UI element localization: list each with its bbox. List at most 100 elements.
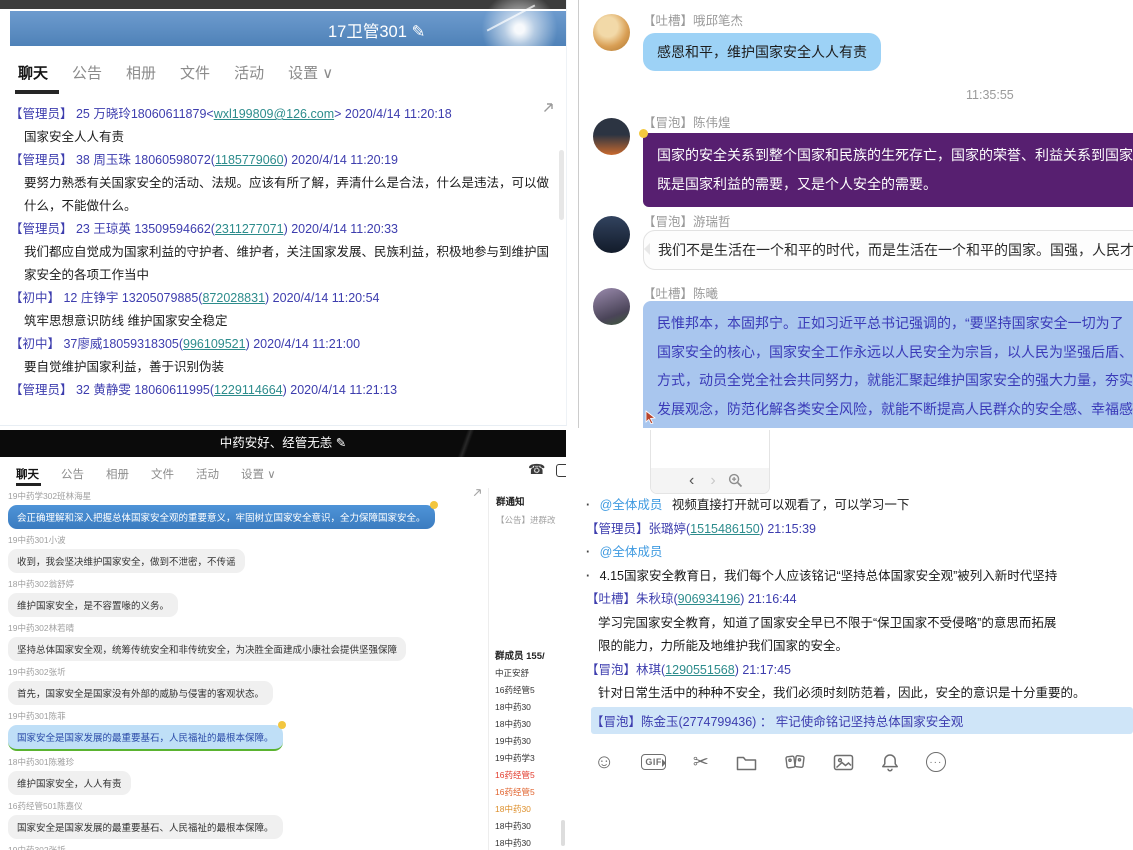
avatar[interactable] <box>593 216 630 253</box>
chat-record-list: · @全体成员 视频直接打开就可以观看了，可以学习一下 【管理员】张璐婷(151… <box>586 494 1132 706</box>
image-icon[interactable] <box>833 754 854 771</box>
qq-number-link[interactable]: 1290551568 <box>665 663 735 677</box>
member-name: 18中药30 <box>495 718 553 730</box>
phone-call-icon[interactable]: ☎ <box>528 461 545 478</box>
message-header: 【冒泡】林琪( <box>586 663 665 677</box>
member-item[interactable]: 18中药30 <box>495 800 553 817</box>
tab-album[interactable]: 相册 <box>106 466 129 482</box>
mouse-cursor <box>645 410 657 424</box>
next-arrow[interactable]: › <box>710 473 715 489</box>
message-bubble[interactable]: 收到，我会坚决维护国家安全，做到不泄密，不传谣 <box>8 549 245 573</box>
member-item[interactable]: 18中药30 <box>495 834 553 850</box>
message-bubble[interactable]: 维护国家安全，是不容置喙的义务。 <box>8 593 178 617</box>
at-mention[interactable]: @全体成员 <box>600 498 663 512</box>
screenshot-scissors-icon[interactable]: ✂ <box>693 753 709 772</box>
qq-number-link[interactable]: 872028831 <box>202 291 265 305</box>
qq-number-link[interactable]: 1515486150 <box>690 522 760 536</box>
qq-number-link[interactable]: 996109521 <box>183 337 246 351</box>
message-bubble[interactable]: 国家的安全关系到整个国家和民族的生死存亡，国家的荣誉、利益关系到国家 既是国家利… <box>643 133 1133 207</box>
chat-record-line: 限的能力，力所能及地维护我们国家的安全。 <box>586 635 1132 659</box>
member-item[interactable]: 19中药学3 <box>495 749 553 766</box>
scrollbar-thumb[interactable] <box>559 150 564 220</box>
tab-announcement[interactable]: 公告 <box>72 62 102 83</box>
emoji-icon[interactable]: ☺ <box>594 752 614 772</box>
sender-name: 【吐槽】哦邱笔杰 <box>643 10 743 29</box>
message-bubble[interactable]: 维护国家安全，人人有责 <box>8 771 131 795</box>
tab-files[interactable]: 文件 <box>180 62 210 83</box>
folder-icon[interactable] <box>736 754 757 771</box>
message-header: ) 21:15:39 <box>760 522 816 536</box>
message-bubble[interactable]: 国家安全是国家发展的最重要基石、人民福祉的最根本保障。 <box>8 815 283 839</box>
message-header: 【管理员】 23 王琼英 13509594662(2311277071) 202… <box>10 218 550 241</box>
bubble-line: 国家安全的核心，国家安全工作永远以人民安全为宗旨，以人民为坚强后盾、 <box>657 338 1133 367</box>
tab-album[interactable]: 相册 <box>126 62 156 83</box>
previous-arrow[interactable]: ‹ <box>689 473 694 489</box>
chat-record-line: · @全体成员 <box>586 541 1132 565</box>
message-bubble[interactable]: 感恩和平，维护国家安全人人有责 <box>643 33 881 71</box>
bullet: · <box>586 498 590 512</box>
tab-chat[interactable]: 聊天 <box>16 466 39 482</box>
message-bubble[interactable]: 国家安全是国家发展的最重要基石，人民福祉的最根本保障。 <box>8 725 283 751</box>
photo-collage-icon[interactable] <box>784 753 806 772</box>
group-tab-bar: 聊天 公告 相册 文件 活动 设置 ∨ <box>18 62 333 83</box>
scrollbar-thumb[interactable] <box>561 820 565 846</box>
bell-icon[interactable] <box>881 753 899 772</box>
message-bubble[interactable]: 我们不是生活在一个和平的时代，而是生活在一个和平的国家。国强，人民才 <box>643 230 1133 270</box>
edit-title-icon[interactable]: ✎ <box>336 436 346 450</box>
member-item[interactable]: 18中药30 <box>495 817 553 834</box>
more-options-icon[interactable]: ··· <box>926 752 946 772</box>
avatar[interactable] <box>593 14 630 51</box>
sender-name: 【吐槽】陈曦 <box>643 283 718 302</box>
tab-chat[interactable]: 聊天 <box>18 62 48 83</box>
active-tab-underline <box>15 90 59 94</box>
qq-number-link[interactable]: 2311277071 <box>215 222 284 236</box>
avatar[interactable] <box>593 118 630 155</box>
gif-icon[interactable]: GIF <box>641 754 666 770</box>
at-mention[interactable]: @全体成员 <box>600 545 663 559</box>
member-item[interactable]: 18中药30 <box>495 715 553 732</box>
sender-name: 19中药301陈菲 <box>8 710 283 722</box>
tab-files[interactable]: 文件 <box>151 466 174 482</box>
qq-number-link[interactable]: 1185779060 <box>215 153 284 167</box>
member-item[interactable]: 16药经管5 <box>495 766 553 783</box>
message-row: 18中药301陈雅珍 维护国家安全，人人有责 <box>8 756 480 795</box>
message-list: 19中药学302班林海星 会正确理解和深入把握总体国家安全观的重要意义，牢固树立… <box>8 490 480 850</box>
tab-settings[interactable]: 设置 ∨ <box>241 466 276 482</box>
group-notice-text[interactable]: 【公告】进群改 <box>496 514 560 526</box>
tab-announcement[interactable]: 公告 <box>61 466 84 482</box>
message-bubble[interactable]: 首先，国家安全是国家没有外部的威胁与侵害的客观状态。 <box>8 681 273 705</box>
chat-record-line: · @全体成员 视频直接打开就可以观看了，可以学习一下 <box>586 494 1132 518</box>
preview-footer: ‹ › <box>651 468 769 493</box>
member-item[interactable]: 18中药30 <box>495 698 553 715</box>
member-name: 中正安舒 <box>495 667 553 679</box>
highlighted-message-bar[interactable]: 【冒泡】陈金玉(2774799436) ： 牢记使命铭记坚持总体国家安全观 <box>591 707 1133 734</box>
qq-group-window-17weiguan: 17卫管301 ✎ 聊天 公告 相册 文件 活动 设置 ∨ 【管理员】 25 万… <box>0 0 567 426</box>
message-bubble[interactable]: 会正确理解和深入把握总体国家安全观的重要意义，牢固树立国家安全意识，全力保障国家… <box>8 505 435 529</box>
qq-number-link[interactable]: 1229114664 <box>214 383 283 397</box>
message-bubble[interactable]: 民惟邦本，本固邦宁。正如习近平总书记强调的，“要坚持国家安全一切为了 国家安全的… <box>643 301 1133 428</box>
member-item[interactable]: 19中药30 <box>495 732 553 749</box>
member-item[interactable]: 16药经管5 <box>495 783 553 800</box>
chat-record-item: 【初中】 37廖威18059318305(996109521) 2020/4/1… <box>10 333 550 379</box>
member-list: 中正安舒 16药经管5 18中药30 18中药30 <box>495 664 553 850</box>
sender-name: 18中药301陈雅珍 <box>8 756 131 768</box>
sender-name: 【冒泡】游瑞哲 <box>643 211 731 230</box>
tab-activity[interactable]: 活动 <box>196 466 219 482</box>
member-item[interactable]: 中正安舒 <box>495 664 553 681</box>
image-preview-card[interactable]: ‹ › <box>650 430 770 494</box>
qq-number-link[interactable]: 906934196 <box>678 592 741 606</box>
avatar[interactable] <box>593 288 630 325</box>
message-bubble[interactable]: 坚持总体国家安全观，统筹传统安全和非传统安全，为决胜全面建成小康社会提供坚强保障 <box>8 637 406 661</box>
tab-activity[interactable]: 活动 <box>234 62 264 83</box>
qq-number-link[interactable]: wxl199809@126.com <box>214 107 334 121</box>
edit-title-icon[interactable]: ✎ <box>411 23 425 41</box>
tab-settings[interactable]: 设置 ∨ <box>288 62 333 83</box>
zoom-in-icon[interactable] <box>728 473 743 488</box>
message-content: 19中药302林若晴 坚持总体国家安全观，统筹传统安全和非传统安全，为决胜全面建… <box>8 622 406 661</box>
message-header: ) 21:17:45 <box>735 663 791 677</box>
bubble-line: 发展观念，防范化解各类安全风险，就能不断提高人民群众的安全感、幸福感 <box>657 395 1133 424</box>
member-item[interactable]: 16药经管5 <box>495 681 553 698</box>
timestamp: 11:35:55 <box>966 88 1014 102</box>
video-call-icon[interactable] <box>556 464 566 477</box>
message-row: 19中药302张圻 其次，国家安全是国家没有内部的混乱与疾患的客观状态 <box>8 844 480 850</box>
